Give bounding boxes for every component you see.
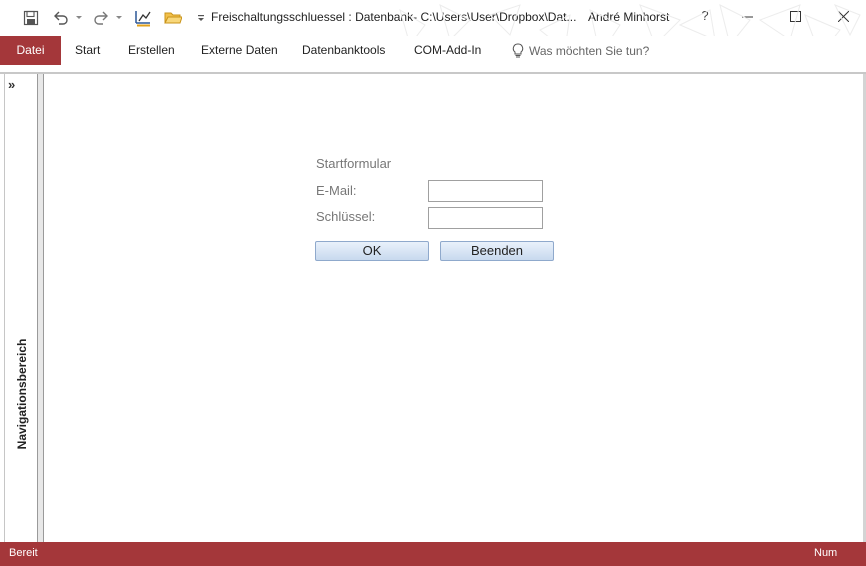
close-button[interactable] [820,0,866,32]
maximize-icon [789,10,801,22]
minimize-button[interactable] [724,0,770,32]
tab-start[interactable]: Start [75,36,100,65]
tab-external-data[interactable]: Externe Daten [201,36,278,65]
navigation-pane-splitter[interactable] [38,74,44,542]
redo-button[interactable] [90,7,112,29]
undo-dropdown-button[interactable] [74,7,84,29]
form-canvas [45,74,863,542]
customize-dropdown-icon [198,15,204,21]
customize-qat-button[interactable] [190,7,212,29]
tab-database-tools[interactable]: Datenbanktools [302,36,385,65]
status-bar: Bereit Num [0,542,866,566]
navigation-pane-label[interactable]: Navigationsbereich [15,339,29,450]
quit-button[interactable]: Beenden [440,241,554,261]
tell-me-placeholder: Was möchten Sie tun? [529,43,650,58]
window-title: Freischaltungsschluessel : Datenbank- C:… [211,10,577,24]
quick-access-toolbar [0,0,212,36]
title-bar: Freischaltungsschluessel : Datenbank- C:… [0,0,866,36]
maximize-button[interactable] [772,0,818,32]
close-icon [837,10,849,22]
chevron-down-icon [116,16,122,19]
key-field[interactable] [428,207,543,229]
design-icon [135,11,151,27]
lightbulb-icon [512,43,524,58]
redo-icon [94,11,108,25]
key-label: Schlüssel: [316,209,376,224]
ribbon-tabs: Datei Start Erstellen Externe Daten Date… [0,36,866,65]
user-name[interactable]: André Minhorst [588,10,669,24]
undo-icon [54,11,68,25]
open-folder-icon [164,12,182,24]
save-icon [23,10,39,26]
ok-button[interactable]: OK [315,241,429,261]
tell-me-search[interactable]: Was möchten Sie tun? [512,36,649,65]
tab-file[interactable]: Datei [0,36,61,65]
navigation-pane: » Navigationsbereich [0,74,45,542]
num-lock-indicator: Num [814,547,838,559]
undo-button[interactable] [50,7,72,29]
help-button[interactable]: ? [698,8,712,23]
design-view-button[interactable] [132,7,154,29]
open-button[interactable] [162,7,184,29]
tab-create[interactable]: Erstellen [128,36,175,65]
save-button[interactable] [20,7,42,29]
expand-navigation-icon[interactable]: » [8,77,15,92]
chevron-down-icon [76,16,82,19]
redo-dropdown-button[interactable] [114,7,124,29]
tab-com-add-in[interactable]: COM-Add-In [414,36,481,65]
status-text: Bereit [9,547,38,559]
email-field[interactable] [428,180,543,202]
navigation-pane-bar[interactable] [4,74,38,542]
form-title: Startformular [316,156,392,171]
email-label: E-Mail: [316,183,357,198]
minimize-icon [741,16,753,17]
